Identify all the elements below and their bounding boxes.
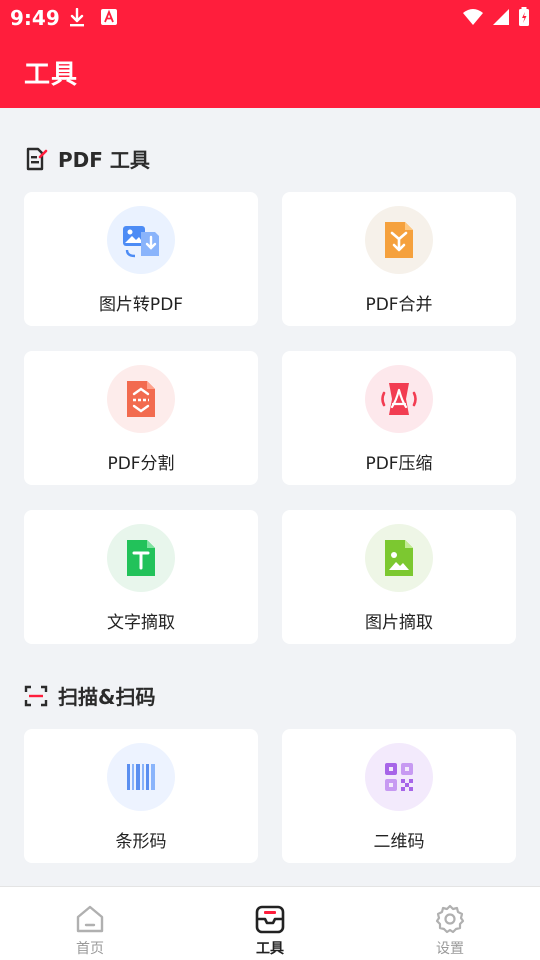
tool-card-qrcode[interactable]: 二维码 xyxy=(282,729,516,863)
tool-card-barcode[interactable]: 条形码 xyxy=(24,729,258,863)
nav-item-settings[interactable]: 设置 xyxy=(360,887,540,960)
tool-label: 文字摘取 xyxy=(107,613,175,633)
tool-icon-bg xyxy=(365,365,433,433)
tool-label: PDF分割 xyxy=(107,454,175,474)
section-title: PDF 工具 xyxy=(58,148,150,172)
tool-card-text-extract[interactable]: 文字摘取 xyxy=(24,510,258,644)
tool-label: 图片转PDF xyxy=(98,295,184,315)
image-to-pdf-icon xyxy=(123,226,159,258)
text-extract-icon xyxy=(127,540,155,576)
pdf-split-icon xyxy=(127,381,155,417)
tool-label: 条形码 xyxy=(115,832,167,852)
scan-icon xyxy=(24,685,48,706)
bottom-nav: 首页 工具 设置 xyxy=(0,886,540,960)
tool-label: PDF压缩 xyxy=(365,454,433,474)
status-right-icons xyxy=(462,7,530,27)
tool-icon-bg xyxy=(107,206,175,274)
status-bar: 9:49 xyxy=(0,0,540,36)
status-left-icons xyxy=(68,8,118,28)
tool-icon-bg xyxy=(107,524,175,592)
status-time: 9:49 xyxy=(10,6,60,30)
tool-icon-bg xyxy=(365,206,433,274)
tool-icon-bg xyxy=(107,365,175,433)
app-header: 9:49 工具 xyxy=(0,0,540,108)
signal-icon xyxy=(493,9,509,25)
tool-card-image-extract[interactable]: 图片摘取 xyxy=(282,510,516,644)
home-icon xyxy=(76,905,104,933)
tool-card-pdf-compress[interactable]: PDF压缩 xyxy=(282,351,516,485)
font-app-icon xyxy=(101,9,117,25)
gear-icon xyxy=(435,904,465,934)
document-edit-icon xyxy=(26,147,48,170)
tool-label: 二维码 xyxy=(373,832,425,852)
nav-label: 首页 xyxy=(76,941,104,957)
nav-item-tools[interactable]: 工具 xyxy=(180,887,360,960)
download-icon xyxy=(70,8,84,27)
tool-label: 图片摘取 xyxy=(365,613,433,633)
pdf-merge-icon xyxy=(385,222,413,258)
barcode-icon xyxy=(127,764,155,790)
nav-label: 设置 xyxy=(436,941,464,957)
section-title: 扫描&扫码 xyxy=(58,685,156,709)
battery-icon xyxy=(519,7,529,26)
nav-label: 工具 xyxy=(256,941,284,957)
qrcode-icon xyxy=(385,763,413,791)
tool-icon-bg xyxy=(365,743,433,811)
tool-label: PDF合并 xyxy=(365,295,433,315)
section-pdf-tools: PDF 工具 xyxy=(24,144,150,173)
tool-card-pdf-merge[interactable]: PDF合并 xyxy=(282,192,516,326)
tool-card-image-to-pdf[interactable]: 图片转PDF xyxy=(24,192,258,326)
nav-item-home[interactable]: 首页 xyxy=(0,887,180,960)
tool-icon-bg xyxy=(365,524,433,592)
tool-card-pdf-split[interactable]: PDF分割 xyxy=(24,351,258,485)
tool-icon-bg xyxy=(107,743,175,811)
section-scan: 扫描&扫码 xyxy=(24,681,155,710)
page-title: 工具 xyxy=(24,60,79,90)
toolbox-icon xyxy=(255,905,285,934)
pdf-compress-icon xyxy=(381,383,417,415)
image-extract-icon xyxy=(385,540,413,576)
wifi-icon xyxy=(463,9,483,25)
tools-content[interactable]: PDF 工具 图片转PDF PDF合并 PDF分割 PDF压缩 文字摘取 图片摘… xyxy=(0,108,540,886)
